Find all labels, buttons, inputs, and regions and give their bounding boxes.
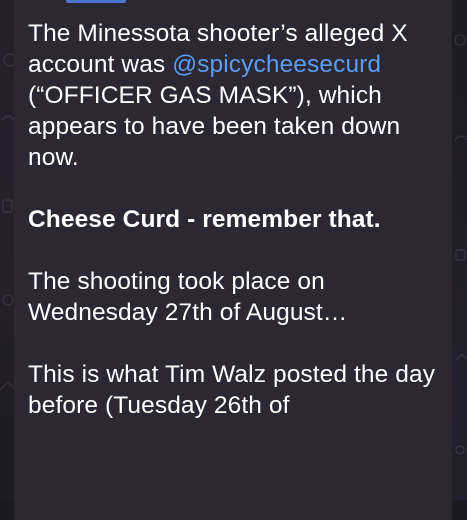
message-paragraph-2: Cheese Curd - remember that.	[28, 206, 381, 233]
paragraph-1-text-after: (“OFFICER GAS MASK”), which appears to h…	[28, 82, 401, 171]
message-paragraph-3: The shooting took place on Wednesday 27t…	[28, 268, 348, 326]
mention-link[interactable]: @spicycheesecurd	[172, 51, 381, 78]
message-paragraph-4: This is what Tim Walz posted the day bef…	[28, 361, 436, 419]
message-text: The Minessota shooter’s alleged X accoun…	[28, 18, 448, 452]
reply-accent-bar	[66, 0, 126, 3]
message-paragraph-1: The Minessota shooter’s alleged X accoun…	[28, 18, 448, 173]
